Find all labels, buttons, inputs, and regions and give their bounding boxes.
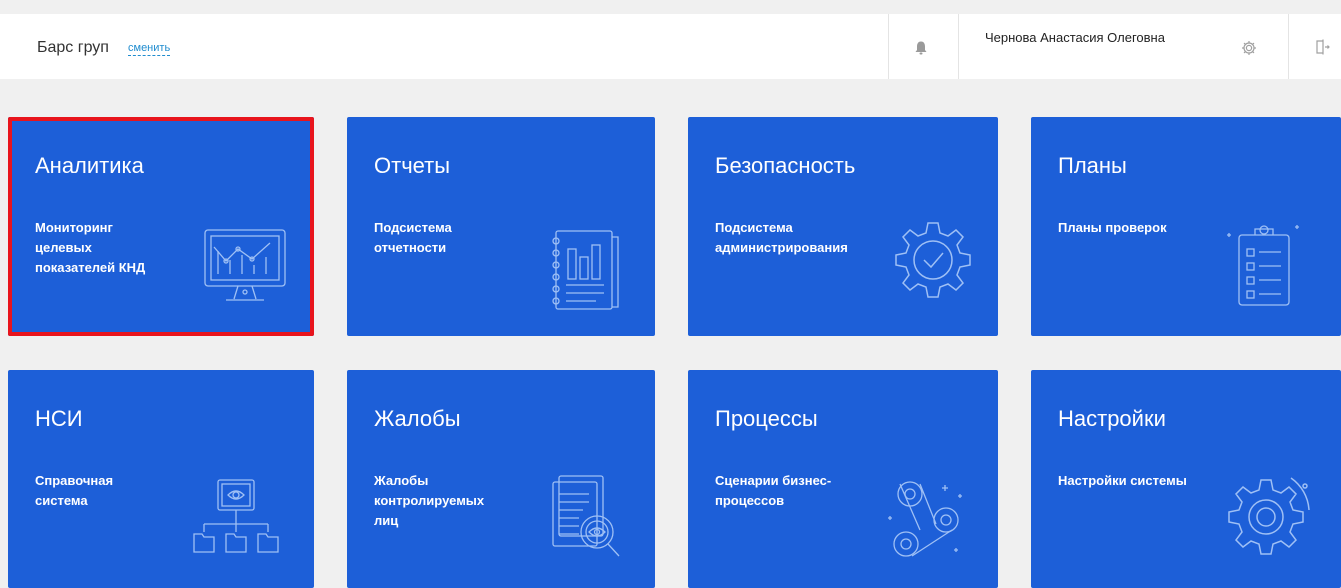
tile-subtitle-line: Сценарии бизнес- bbox=[715, 473, 832, 488]
tile-subtitle: Жалобы контролируемых лиц bbox=[374, 471, 484, 531]
tile-subtitle: Настройки системы bbox=[1058, 471, 1187, 491]
header-divider bbox=[888, 14, 889, 79]
tile-title: Отчеты bbox=[374, 153, 451, 178]
tile-analytics[interactable]: Аналитика Мониторинг целевых показателей… bbox=[8, 117, 314, 336]
tile-subtitle: Подсистема администрирования bbox=[715, 218, 848, 258]
tile-subtitle: Справочная система bbox=[35, 471, 113, 511]
tile-subtitle: Сценарии бизнес- процессов bbox=[715, 471, 831, 511]
header-divider bbox=[1288, 14, 1289, 79]
gears-process-icon bbox=[882, 474, 972, 564]
settings-gear-icon bbox=[1221, 470, 1311, 560]
clipboard-list-icon bbox=[1221, 221, 1311, 311]
tile-subtitle-line: администрирования bbox=[715, 240, 848, 255]
tile-subtitle-line: Планы проверок bbox=[1058, 220, 1167, 235]
tile-subtitle-line: Мониторинг bbox=[35, 220, 113, 235]
organization-name: Барс груп bbox=[37, 39, 109, 56]
tile-nsi[interactable]: НСИ Справочная система bbox=[8, 370, 314, 588]
change-organization-link[interactable]: сменить bbox=[128, 42, 171, 56]
tile-subtitle-line: Справочная bbox=[35, 473, 114, 488]
hierarchy-screen-icon bbox=[190, 476, 280, 566]
tile-title: Процессы bbox=[715, 406, 818, 431]
bell-icon[interactable] bbox=[913, 40, 929, 56]
user-name[interactable]: Чернова Анастасия Олеговна bbox=[985, 30, 1165, 45]
gear-check-icon bbox=[888, 215, 978, 305]
top-bar: Барс груп сменить Чернова Анастасия Олег… bbox=[0, 14, 1341, 79]
tile-subtitle-line: отчетности bbox=[374, 240, 447, 255]
tile-subtitle: Мониторинг целевых показателей КНД bbox=[35, 218, 145, 278]
tile-subtitle-line: Подсистема bbox=[715, 220, 793, 235]
tile-title: Настройки bbox=[1058, 406, 1166, 431]
tile-security[interactable]: Безопасность Подсистема администрировани… bbox=[688, 117, 998, 336]
tile-title: Аналитика bbox=[35, 153, 144, 178]
tile-subtitle-line: целевых bbox=[35, 240, 92, 255]
tile-subtitle: Планы проверок bbox=[1058, 218, 1167, 238]
tile-subtitle-line: показателей КНД bbox=[35, 260, 146, 275]
tile-subtitle-line: процессов bbox=[715, 493, 785, 508]
document-magnifier-icon bbox=[539, 472, 629, 562]
tile-processes[interactable]: Процессы Сценарии бизнес- процессов bbox=[688, 370, 998, 588]
tile-subtitle-line: система bbox=[35, 493, 88, 508]
header-divider bbox=[958, 14, 959, 79]
tile-title: Жалобы bbox=[374, 406, 461, 431]
report-notebook-icon bbox=[538, 227, 628, 317]
logout-icon[interactable] bbox=[1314, 38, 1330, 56]
tile-subtitle-line: контролируемых bbox=[374, 493, 485, 508]
tile-settings[interactable]: Настройки Настройки системы bbox=[1031, 370, 1341, 588]
tile-subtitle-line: Настройки системы bbox=[1058, 473, 1187, 488]
tile-subtitle: Подсистема отчетности bbox=[374, 218, 452, 258]
tile-title: Безопасность bbox=[715, 153, 856, 178]
tile-reports[interactable]: Отчеты Подсистема отчетности bbox=[347, 117, 655, 336]
tile-plans[interactable]: Планы Планы проверок bbox=[1031, 117, 1341, 336]
tile-title: Планы bbox=[1058, 153, 1127, 178]
tile-subtitle-line: Подсистема bbox=[374, 220, 452, 235]
tile-title: НСИ bbox=[35, 406, 83, 431]
gear-icon[interactable] bbox=[1240, 39, 1258, 57]
tile-subtitle-line: Жалобы bbox=[374, 473, 429, 488]
tile-subtitle-line: лиц bbox=[374, 513, 399, 528]
tile-complaints[interactable]: Жалобы Жалобы контролируемых лиц bbox=[347, 370, 655, 588]
monitor-chart-icon bbox=[200, 227, 290, 317]
